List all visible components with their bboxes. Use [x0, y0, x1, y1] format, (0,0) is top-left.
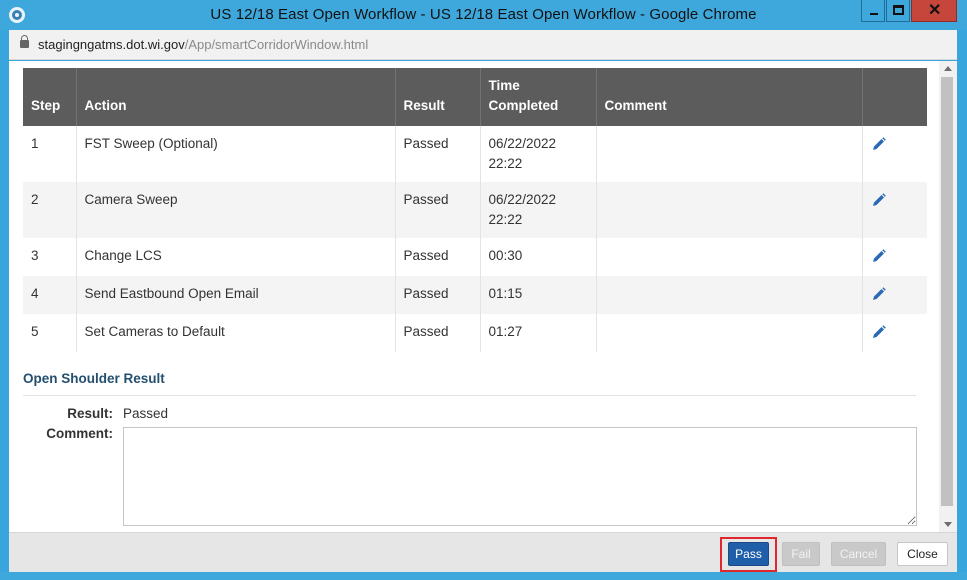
cell-step: 3 — [23, 238, 77, 276]
cell-action: FST Sweep (Optional) — [76, 126, 396, 182]
result-value: Passed — [123, 406, 169, 421]
cell-result: Passed — [395, 276, 481, 314]
scroll-down-arrow-icon[interactable] — [944, 522, 952, 527]
scroll-thumb[interactable] — [941, 77, 953, 506]
cell-action: Camera Sweep — [76, 182, 396, 238]
cell-edit — [862, 238, 927, 276]
pencil-icon[interactable] — [871, 248, 887, 264]
cell-time-line1: 06/22/2022 — [488, 136, 557, 151]
cell-comment — [596, 182, 863, 238]
cell-comment — [596, 276, 863, 314]
table-row: 2 Camera Sweep Passed 06/22/2022 22:22 — [23, 182, 927, 238]
cell-time: 06/22/2022 22:22 — [480, 126, 597, 182]
cell-time: 01:27 — [480, 314, 597, 352]
comment-label: Comment: — [46, 426, 113, 441]
url-text[interactable]: stagingngatms.dot.wi.gov/App/smartCorrid… — [38, 37, 368, 52]
table-header-row: Step Action Result Time Completed Comment — [23, 68, 927, 126]
address-bar[interactable]: stagingngatms.dot.wi.gov/App/smartCorrid… — [9, 30, 957, 60]
section-title: Open Shoulder Result — [23, 371, 165, 386]
pencil-icon[interactable] — [871, 286, 887, 302]
header-edit — [862, 68, 927, 126]
cell-edit — [862, 276, 927, 314]
minimize-button[interactable] — [861, 0, 885, 22]
cell-edit — [862, 126, 927, 182]
cell-time: 00:30 — [480, 238, 597, 276]
cell-time-line2: 22:22 — [488, 156, 523, 171]
page-viewport: Step Action Result Time Completed Comment… — [9, 61, 957, 532]
table-row: 3 Change LCS Passed 00:30 — [23, 238, 927, 276]
window-frame-bottom — [0, 572, 967, 580]
header-step: Step — [23, 68, 77, 126]
scroll-up-arrow-icon[interactable] — [944, 66, 952, 71]
cell-result: Passed — [395, 126, 481, 182]
cell-step: 4 — [23, 276, 77, 314]
window-title: US 12/18 East Open Workflow - US 12/18 E… — [210, 6, 757, 23]
cell-action: Set Cameras to Default — [76, 314, 396, 352]
maximize-icon — [893, 5, 904, 15]
cell-step: 1 — [23, 126, 77, 182]
table-row: 1 FST Sweep (Optional) Passed 06/22/2022… — [23, 126, 927, 182]
fail-button[interactable]: Fail — [782, 542, 820, 566]
table-row: 5 Set Cameras to Default Passed 01:27 — [23, 314, 927, 352]
table-row: 4 Send Eastbound Open Email Passed 01:15 — [23, 276, 927, 314]
url-host: stagingngatms.dot.wi.gov — [38, 37, 185, 52]
vertical-scrollbar[interactable] — [939, 61, 957, 532]
cell-edit — [862, 314, 927, 352]
url-path: /App/smartCorridorWindow.html — [184, 37, 369, 52]
close-button[interactable]: Close — [897, 542, 948, 566]
pencil-icon[interactable] — [871, 192, 887, 208]
header-result: Result — [395, 68, 481, 126]
cell-time-line2: 22:22 — [488, 212, 523, 227]
section-divider — [23, 395, 916, 396]
cell-comment — [596, 126, 863, 182]
workflow-steps-table: Step Action Result Time Completed Comment… — [23, 68, 927, 352]
cancel-button[interactable]: Cancel — [831, 542, 886, 566]
maximize-button[interactable] — [886, 0, 910, 22]
dialog-footer: Pass Fail Cancel Close — [9, 532, 957, 572]
header-time-line2: Completed — [488, 98, 559, 113]
pass-button[interactable]: Pass — [728, 542, 769, 566]
cell-result: Passed — [395, 314, 481, 352]
header-comment: Comment — [596, 68, 863, 126]
cell-step: 2 — [23, 182, 77, 238]
header-time-completed: Time Completed — [480, 68, 597, 126]
window-titlebar: US 12/18 East Open Workflow - US 12/18 E… — [0, 0, 967, 30]
minimize-icon — [870, 13, 878, 15]
cell-comment — [596, 314, 863, 352]
result-label: Result: — [67, 406, 113, 421]
window-close-button[interactable]: ✕ — [911, 0, 957, 22]
cell-result: Passed — [395, 182, 481, 238]
cell-result: Passed — [395, 238, 481, 276]
cell-edit — [862, 182, 927, 238]
cell-time: 06/22/2022 22:22 — [480, 182, 597, 238]
cell-action: Change LCS — [76, 238, 396, 276]
close-icon: ✕ — [928, 2, 942, 19]
cell-time-line1: 06/22/2022 — [488, 192, 557, 207]
comment-textarea[interactable] — [123, 427, 917, 526]
header-time-line1: Time — [488, 78, 520, 93]
cell-comment — [596, 238, 863, 276]
cell-time: 01:15 — [480, 276, 597, 314]
cell-step: 5 — [23, 314, 77, 352]
pencil-icon[interactable] — [871, 324, 887, 340]
header-action: Action — [76, 68, 396, 126]
cell-action: Send Eastbound Open Email — [76, 276, 396, 314]
lock-icon — [20, 35, 29, 48]
pencil-icon[interactable] — [871, 136, 887, 152]
